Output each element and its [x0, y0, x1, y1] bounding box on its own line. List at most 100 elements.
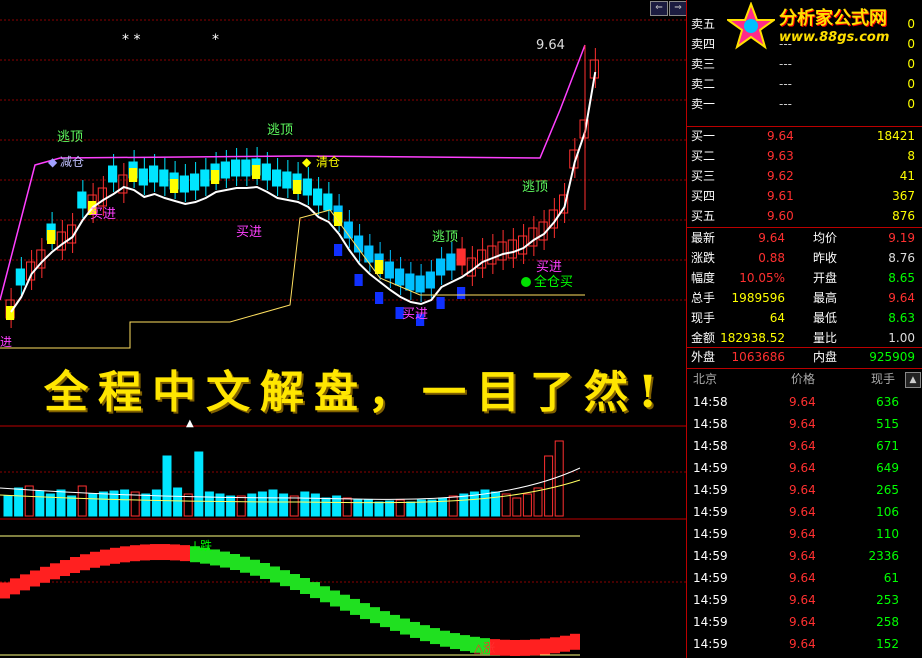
tick-row: 14:59 9.64 649 — [687, 458, 922, 478]
wave-block — [460, 635, 470, 652]
wave-block — [390, 614, 400, 631]
bid-label: 买一 — [691, 129, 716, 143]
tick-price: 9.64 — [789, 483, 816, 497]
candle-body — [302, 178, 312, 196]
volume-bar — [385, 500, 395, 517]
wave-block — [320, 586, 330, 603]
tick-row: 14:58 9.64 636 — [687, 392, 922, 412]
ask-price: --- — [779, 97, 792, 111]
volume-bar — [427, 499, 437, 517]
quote-row: 现手 64 最低 8.63 — [687, 308, 922, 328]
tick-price: 9.64 — [789, 527, 816, 541]
wave-block — [170, 544, 180, 561]
wave-block — [0, 582, 10, 599]
quote-row: 最新 9.64 均价 9.19 — [687, 228, 922, 248]
wave-block — [70, 556, 80, 573]
volume-bar — [321, 497, 331, 517]
bid-price: 9.62 — [767, 169, 794, 183]
volume-bar — [438, 497, 448, 517]
tick-row: 14:59 9.64 265 — [687, 480, 922, 500]
volume-bar — [236, 495, 246, 517]
ask-row: 卖五 0 — [687, 14, 922, 34]
volume-bar — [533, 487, 543, 517]
wave-block — [40, 566, 50, 583]
candle-body — [507, 239, 517, 259]
candle-body — [231, 159, 241, 177]
volume-bar — [512, 497, 522, 517]
volume-bar — [3, 495, 13, 517]
quote-label: 量比 — [813, 331, 838, 345]
price-label: 9.64 — [536, 38, 565, 53]
ask-price: --- — [779, 57, 792, 71]
tick-col-time: 北京 — [693, 372, 718, 386]
volume-bar — [300, 491, 310, 517]
candle-body — [261, 163, 271, 181]
tick-volume: 636 — [876, 395, 899, 409]
tick-time: 14:59 — [693, 483, 728, 497]
volume-bar — [268, 489, 278, 517]
bid-volume: 367 — [892, 189, 915, 203]
volume-bar — [522, 493, 532, 517]
wave-block — [280, 570, 290, 587]
tick-row: 14:59 9.64 2336 — [687, 546, 922, 566]
wave-block — [30, 570, 40, 587]
tick-time: 14:59 — [693, 593, 728, 607]
volume-bar — [194, 451, 204, 517]
volume-bar — [310, 493, 320, 517]
wave-block — [550, 637, 560, 654]
volume-bar — [77, 485, 87, 517]
wave-block — [50, 563, 60, 580]
candle-body — [323, 193, 333, 211]
scrollbar[interactable]: ▲ — [905, 372, 921, 388]
scroll-right-button[interactable]: ⇒ — [669, 1, 687, 16]
wave-block — [100, 549, 110, 566]
wave-block — [400, 618, 410, 635]
quote-label: 最高 — [813, 291, 838, 305]
candle-body — [282, 171, 292, 189]
bid-price: 9.64 — [767, 129, 794, 143]
wave-block — [80, 554, 90, 571]
top-escape-marker: 逃顶 — [432, 230, 458, 245]
ask-row: 卖四 --- 0 — [687, 34, 922, 54]
candle-body — [220, 161, 230, 179]
quote-label: 最低 — [813, 311, 838, 325]
ask-price: --- — [779, 77, 792, 91]
tick-volume: 61 — [883, 571, 899, 585]
bid-row: 买一 9.64 18421 — [687, 126, 922, 146]
quote-label: 金额 — [691, 331, 716, 345]
wave-block — [310, 582, 320, 599]
full-buy-marker: 全仓买 — [534, 274, 573, 290]
tick-price: 9.64 — [789, 505, 816, 519]
ask-volume: 0 — [907, 77, 915, 91]
candle-body — [487, 245, 497, 265]
volume-bar — [279, 493, 289, 517]
candle-body — [384, 261, 394, 279]
tick-row: 14:59 9.64 106 — [687, 502, 922, 522]
purple-line — [0, 44, 586, 301]
volume-bar — [374, 501, 384, 517]
top-escape-marker: 逃顶 — [267, 123, 293, 138]
volume-bar — [56, 489, 66, 517]
tick-volume: 152 — [876, 637, 899, 651]
candle-body — [149, 165, 159, 183]
tick-price: 9.64 — [789, 593, 816, 607]
tick-col-price: 价格 — [791, 372, 816, 386]
volume-bar — [151, 489, 161, 517]
bid-volume: 876 — [892, 209, 915, 223]
tick-volume: 2336 — [868, 549, 899, 563]
volume-bar — [98, 491, 108, 517]
candle-body — [15, 268, 25, 286]
tick-time: 14:59 — [693, 615, 728, 629]
inner-volume: 925909 — [869, 350, 915, 364]
signal-block — [293, 180, 302, 194]
kline-chart-area[interactable]: 9.64 * * * 逃顶 逃顶 逃顶 逃顶 ◆ 减仓 ◆ 清仓 买进 买进 买进 买进进全仓买 ▲ ↓跌 △涨 … — [0, 0, 687, 658]
kline-chart[interactable]: 9.64* * *逃顶 逃顶逃顶逃顶◆ 减仓 ◆ 清仓买进买进买进买进进全仓买▲↓跌△涨 — [0, 0, 686, 658]
tick-time: 14:59 — [693, 527, 728, 541]
candle-body — [446, 253, 456, 271]
volume-bar — [162, 455, 172, 517]
scroll-left-button[interactable]: ⇐ — [650, 1, 668, 16]
volume-bar — [88, 493, 98, 517]
buy-marker: 买进 — [90, 207, 116, 222]
reduce-position-marker: 减仓 — [60, 155, 84, 169]
quote-label: 昨收 — [813, 251, 838, 265]
